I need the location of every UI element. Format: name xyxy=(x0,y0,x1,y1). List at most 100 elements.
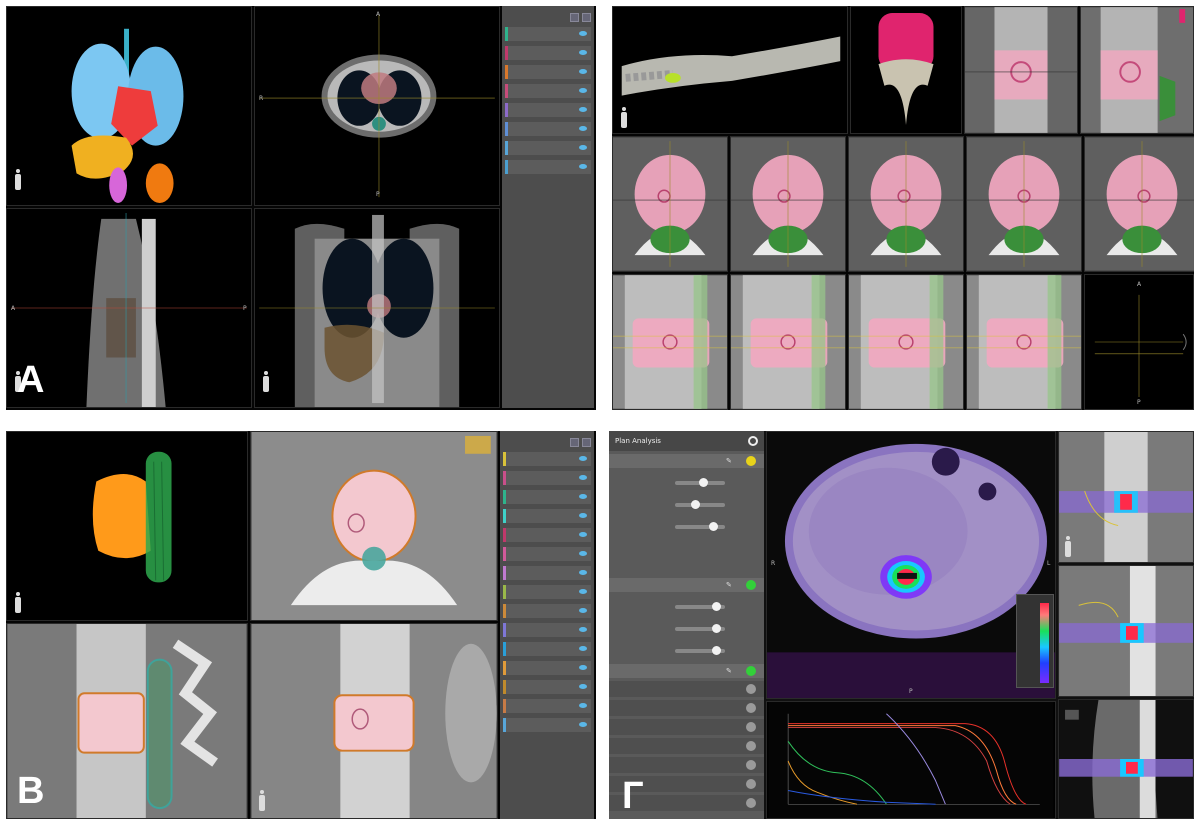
visibility-eye-icon[interactable] xyxy=(579,456,587,461)
viewport-dvh[interactable] xyxy=(766,701,1056,819)
viewport-3d-vertebra[interactable] xyxy=(850,6,962,134)
edit-pencil-icon[interactable]: ✎ xyxy=(726,667,734,675)
visibility-eye-icon[interactable] xyxy=(579,627,587,632)
structure-item[interactable] xyxy=(503,661,591,675)
structure-item[interactable] xyxy=(503,471,591,485)
structure-item[interactable] xyxy=(505,160,591,174)
viewport-sagittal-b[interactable] xyxy=(1080,6,1194,134)
viewport-sagittal-vertebra[interactable] xyxy=(848,274,964,410)
structure-item[interactable] xyxy=(503,718,591,732)
settings-icon[interactable] xyxy=(582,12,591,22)
structure-item[interactable] xyxy=(505,103,591,117)
visibility-eye-icon[interactable] xyxy=(579,665,587,670)
structure-item[interactable] xyxy=(503,490,591,504)
ring-goal-header[interactable]: ✎ xyxy=(609,664,764,678)
viewport-empty-crosshair[interactable]: A P xyxy=(1084,274,1194,410)
slider-knob[interactable] xyxy=(691,500,700,509)
structure-item[interactable] xyxy=(503,528,591,542)
structure-item[interactable] xyxy=(503,680,591,694)
visibility-eye-icon[interactable] xyxy=(579,31,587,36)
visibility-eye-icon[interactable] xyxy=(579,608,587,613)
objective-slider[interactable] xyxy=(675,500,725,509)
visibility-eye-icon[interactable] xyxy=(579,646,587,651)
viewport-coronal-v[interactable] xyxy=(250,623,498,819)
slider-knob[interactable] xyxy=(708,522,718,531)
structure-item[interactable] xyxy=(503,509,591,523)
visibility-eye-icon[interactable] xyxy=(579,570,587,575)
view-toggle-icon[interactable] xyxy=(570,12,579,22)
viewport-coronal-b[interactable] xyxy=(964,6,1078,134)
visibility-eye-icon[interactable] xyxy=(579,532,587,537)
spinal-cord-goal-header[interactable]: ✎ xyxy=(609,578,764,592)
viewport-coronal-g[interactable] xyxy=(1058,431,1194,563)
viewport-sagittal-v[interactable]: В xyxy=(6,623,248,819)
organ-objective-item[interactable] xyxy=(609,700,764,716)
structure-item[interactable] xyxy=(505,46,591,60)
visibility-eye-icon[interactable] xyxy=(579,107,587,112)
structure-item[interactable] xyxy=(505,65,591,79)
visibility-eye-icon[interactable] xyxy=(579,164,587,169)
visibility-eye-icon[interactable] xyxy=(579,69,587,74)
viewport-axial-vertebra[interactable] xyxy=(848,136,964,272)
viewport-axial-vertebra[interactable] xyxy=(612,136,728,272)
visibility-eye-icon[interactable] xyxy=(579,551,587,556)
visibility-eye-icon[interactable] xyxy=(579,513,587,518)
viewport-sagittal[interactable]: A P А xyxy=(6,208,252,408)
structure-item[interactable] xyxy=(503,642,591,656)
viewport-3d-organs[interactable] xyxy=(6,6,252,206)
viewport-sagittal-vertebra[interactable] xyxy=(730,274,846,410)
record-icon[interactable] xyxy=(748,436,758,446)
visibility-eye-icon[interactable] xyxy=(579,722,587,727)
slider-knob[interactable] xyxy=(712,624,721,633)
viewport-3d-spine[interactable] xyxy=(612,6,848,134)
viewport-sagittal-vertebra[interactable] xyxy=(966,274,1082,410)
viewport-sagittal-g[interactable] xyxy=(1058,565,1194,697)
visibility-eye-icon[interactable] xyxy=(579,494,587,499)
ptv-goal-header[interactable]: ✎ xyxy=(609,454,764,468)
objective-slider[interactable] xyxy=(675,646,725,655)
structure-item[interactable] xyxy=(503,566,591,580)
organ-objective-item[interactable] xyxy=(609,719,764,735)
viewport-axial[interactable]: A R P xyxy=(254,6,500,206)
viewport-axial-v[interactable] xyxy=(250,431,498,621)
structure-item[interactable] xyxy=(503,547,591,561)
objective-slider[interactable] xyxy=(675,478,725,487)
structure-item[interactable] xyxy=(505,141,591,155)
viewport-axial-vertebra[interactable] xyxy=(966,136,1082,272)
structure-item[interactable] xyxy=(505,122,591,136)
structure-item[interactable] xyxy=(503,585,591,599)
view-toggle-icon[interactable] xyxy=(570,437,579,447)
visibility-eye-icon[interactable] xyxy=(579,475,587,480)
visibility-eye-icon[interactable] xyxy=(579,88,587,93)
settings-icon[interactable] xyxy=(582,437,591,447)
viewport-3d-vertebra-v[interactable] xyxy=(6,431,248,621)
visibility-eye-icon[interactable] xyxy=(579,126,587,131)
objective-slider[interactable] xyxy=(675,522,725,531)
viewport-axial-dose[interactable]: R L P xyxy=(766,431,1056,699)
viewport-axial-vertebra[interactable] xyxy=(1084,136,1194,272)
objective-slider[interactable] xyxy=(675,602,725,611)
edit-pencil-icon[interactable]: ✎ xyxy=(726,457,734,465)
objective-slider[interactable] xyxy=(675,624,725,633)
structure-item[interactable] xyxy=(505,27,591,41)
viewport-sagittal-g2[interactable] xyxy=(1058,699,1194,819)
edit-pencil-icon[interactable]: ✎ xyxy=(726,581,734,589)
organ-objective-item[interactable] xyxy=(609,757,764,773)
slider-knob[interactable] xyxy=(712,602,721,611)
slider-knob[interactable] xyxy=(698,478,708,487)
visibility-eye-icon[interactable] xyxy=(579,50,587,55)
structure-item[interactable] xyxy=(503,604,591,618)
slider-knob[interactable] xyxy=(712,646,721,655)
structure-item[interactable] xyxy=(503,699,591,713)
organ-objective-item[interactable] xyxy=(609,681,764,697)
structure-item[interactable] xyxy=(505,84,591,98)
visibility-eye-icon[interactable] xyxy=(579,703,587,708)
visibility-eye-icon[interactable] xyxy=(579,589,587,594)
viewport-axial-vertebra[interactable] xyxy=(730,136,846,272)
visibility-eye-icon[interactable] xyxy=(579,145,587,150)
structure-item[interactable] xyxy=(503,452,591,466)
structure-item[interactable] xyxy=(503,623,591,637)
organ-objective-item[interactable] xyxy=(609,738,764,754)
visibility-eye-icon[interactable] xyxy=(579,684,587,689)
viewport-sagittal-vertebra[interactable] xyxy=(612,274,728,410)
